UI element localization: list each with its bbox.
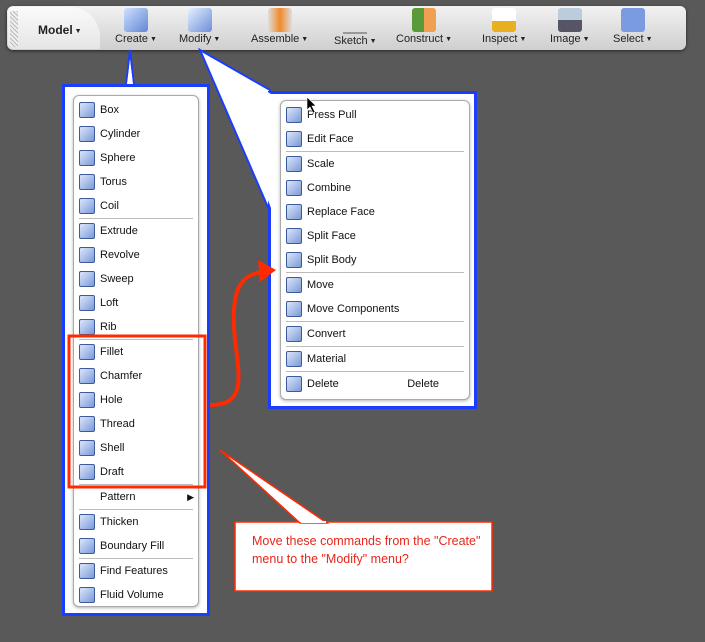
mouse-cursor bbox=[306, 96, 317, 114]
